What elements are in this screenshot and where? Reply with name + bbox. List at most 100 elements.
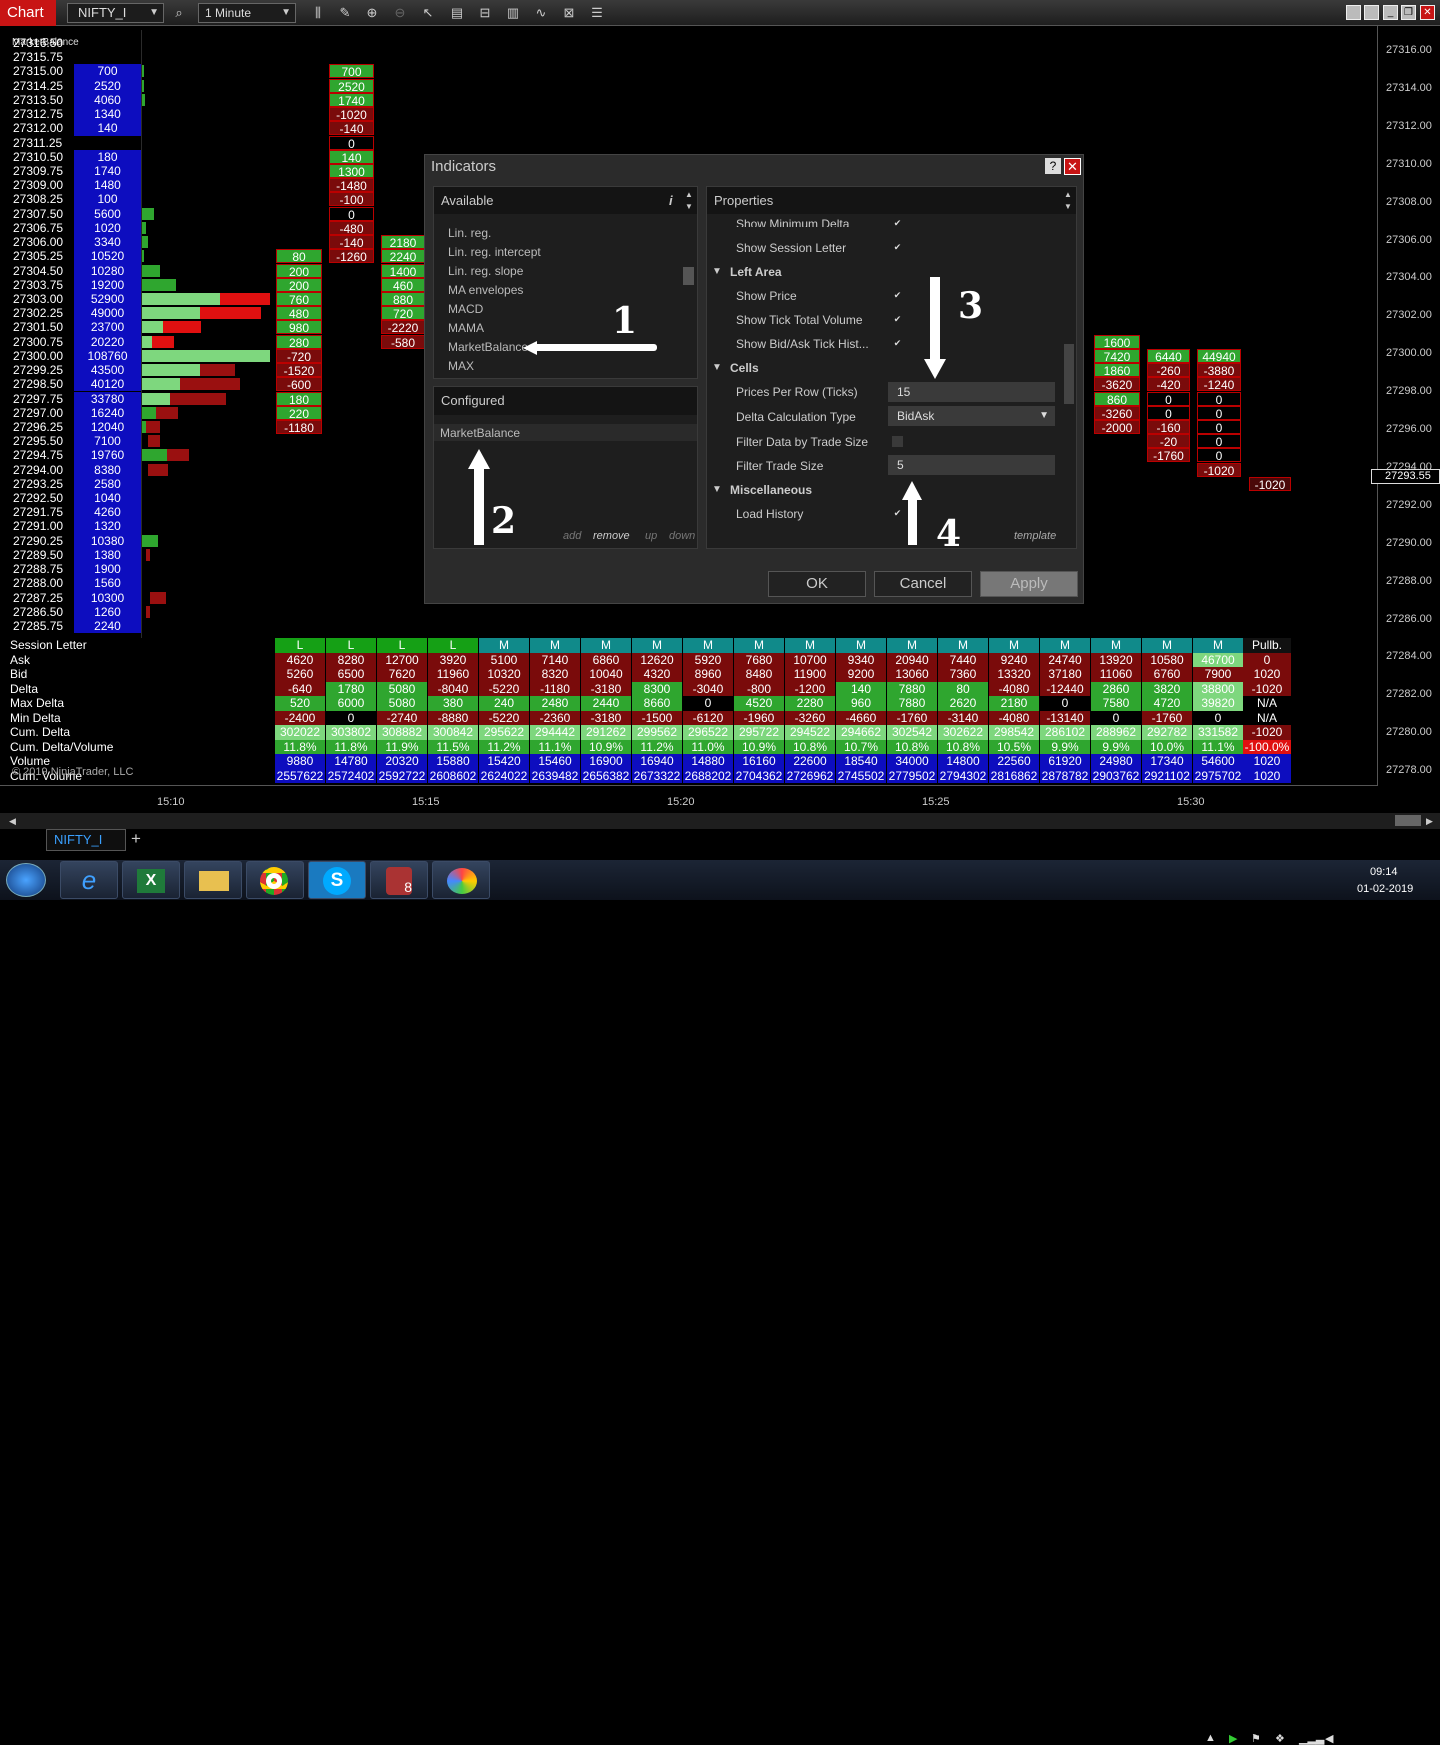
checkbox-show-price[interactable]: ✔ — [892, 290, 903, 301]
strategies-icon[interactable]: ∿ — [533, 5, 549, 21]
clock-time[interactable]: 09:14 — [1370, 866, 1398, 878]
tray-network-icon[interactable]: ▁▂▃ — [1299, 1732, 1324, 1745]
available-item[interactable]: Lin. reg. intercept — [448, 245, 541, 259]
checkbox-show-min-delta[interactable]: ✔ — [892, 218, 903, 229]
browser-ie-icon[interactable]: e — [60, 861, 118, 899]
template-link[interactable]: template — [1014, 530, 1056, 542]
delta-cell: 7420 — [1094, 348, 1140, 364]
price-label: 27288.00 — [13, 576, 64, 591]
available-item[interactable]: MAMA — [448, 321, 484, 335]
ninjatrader-icon[interactable]: 8 — [370, 861, 428, 899]
search-icon[interactable]: ⌕ — [171, 5, 187, 21]
section-miscellaneous[interactable]: Miscellaneous — [730, 483, 812, 497]
zoom-out-icon[interactable]: ⊖ — [392, 5, 408, 21]
time-axis[interactable]: 15:10 15:15 15:20 15:25 15:30 — [0, 785, 1377, 813]
window-icon-2[interactable] — [1364, 5, 1379, 20]
available-item[interactable]: MACD — [448, 302, 483, 316]
tray-play-icon[interactable]: ▶ — [1229, 1732, 1237, 1745]
tray-flag-icon[interactable]: ⚑ — [1251, 1732, 1261, 1745]
prices-per-row-field[interactable]: 15 — [888, 382, 1055, 402]
tray-expand-icon[interactable]: ▲ — [1205, 1732, 1216, 1744]
instrument-selector[interactable]: NIFTY_I ▼ — [67, 3, 164, 23]
tray-volume-icon[interactable]: ◀ — [1325, 1732, 1333, 1745]
list-icon[interactable]: ☰ — [589, 5, 605, 21]
filter-trade-size-field[interactable]: 5 — [888, 455, 1055, 475]
help-icon[interactable]: ? — [1045, 158, 1061, 174]
minimize-icon[interactable]: _ — [1383, 5, 1398, 20]
price-label: 27298.50 — [13, 377, 64, 392]
delta-cell: 220 — [276, 405, 322, 421]
stats-cell: 15460 — [530, 754, 580, 769]
folder-icon[interactable] — [184, 861, 242, 899]
checkbox-load-history[interactable]: ✔ — [892, 508, 903, 519]
section-cells[interactable]: Cells — [730, 361, 759, 375]
volume-cell: 43500 — [74, 363, 141, 378]
configured-item[interactable]: MarketBalance — [440, 426, 520, 440]
stats-cell: 380 — [428, 696, 478, 711]
close-icon[interactable]: ✕ — [1420, 5, 1435, 20]
tab-nifty[interactable]: NIFTY_I — [46, 829, 126, 851]
available-item[interactable]: MA envelopes — [448, 283, 523, 297]
checkbox-show-session-letter[interactable]: ✔ — [892, 242, 903, 253]
available-item[interactable]: Lin. reg. — [448, 226, 491, 240]
chevron-down-icon[interactable]: ▼ — [712, 362, 722, 373]
chevron-down-icon[interactable]: ▼ — [712, 484, 722, 495]
down-button[interactable]: down — [669, 530, 695, 542]
stats-cell: 520 — [275, 696, 325, 711]
paint-icon[interactable] — [432, 861, 490, 899]
indicators-icon[interactable]: ▥ — [505, 5, 521, 21]
price-tick: 27278.00 — [1386, 764, 1432, 777]
skype-icon[interactable]: S — [308, 861, 366, 899]
bar-style-icon[interactable]: ⫼ — [310, 5, 326, 21]
excel-icon[interactable]: X — [122, 861, 180, 899]
templates-icon[interactable]: ⊠ — [561, 5, 577, 21]
price-tick: 27314.00 — [1386, 81, 1432, 94]
stats-cell: 308882 — [377, 725, 427, 740]
available-item[interactable]: MAX — [448, 359, 474, 373]
checkbox-show-bidask-hist[interactable]: ✔ — [892, 338, 903, 349]
checkbox-filter-data[interactable] — [892, 436, 903, 447]
add-button[interactable]: add — [563, 530, 581, 542]
interval-selector[interactable]: 1 Minute ▼ — [198, 3, 296, 23]
cancel-button[interactable]: Cancel — [874, 571, 972, 597]
pointer-icon[interactable]: ↖ — [420, 5, 436, 21]
scroll-left-icon[interactable]: ◀ — [9, 816, 16, 827]
clock-date[interactable]: 01-02-2019 — [1357, 883, 1413, 895]
price-label: 27286.50 — [13, 604, 64, 619]
available-item[interactable]: MarketBalance — [448, 340, 528, 354]
maximize-icon[interactable]: ❐ — [1401, 5, 1416, 20]
sort-icon[interactable]: ▲ ▼ — [1064, 189, 1072, 213]
stats-row-label: Ask — [10, 652, 31, 667]
available-item[interactable]: Lin. reg. slope — [448, 264, 523, 278]
ok-button[interactable]: OK — [768, 571, 866, 597]
price-tick: 27296.00 — [1386, 423, 1432, 435]
price-axis[interactable]: 27316.00 27314.00 27312.00 27310.00 27308.00… — [1377, 26, 1440, 786]
up-button[interactable]: up — [645, 530, 657, 542]
chevron-down-icon[interactable]: ▼ — [712, 266, 722, 277]
start-button[interactable] — [6, 863, 46, 897]
horizontal-scrollbar[interactable]: ◀ ▶ — [0, 813, 1440, 829]
chart-title-tab[interactable]: Chart — [0, 0, 56, 26]
section-left-area[interactable]: Left Area — [730, 265, 782, 279]
props-scroll-thumb[interactable] — [1064, 344, 1074, 404]
stats-cell: 4520 — [734, 696, 784, 711]
checkbox-show-tick-total-volume[interactable]: ✔ — [892, 314, 903, 325]
list-scroll-thumb[interactable] — [683, 267, 694, 285]
properties-icon[interactable]: ⊟ — [477, 5, 493, 21]
window-icon[interactable] — [1346, 5, 1361, 20]
volume-cell: 7100 — [74, 434, 141, 449]
zoom-in-icon[interactable]: ⊕ — [364, 5, 380, 21]
tray-dropbox-icon[interactable]: ❖ — [1275, 1732, 1285, 1745]
drawing-tool-icon[interactable]: ✎ — [337, 5, 353, 21]
apply-button[interactable]: Apply — [980, 571, 1078, 597]
remove-button[interactable]: remove — [593, 530, 630, 542]
info-icon[interactable]: i — [669, 187, 673, 214]
close-icon[interactable]: ✕ — [1064, 158, 1081, 175]
scroll-right-icon[interactable]: ▶ — [1426, 816, 1433, 827]
scroll-thumb[interactable] — [1395, 815, 1421, 826]
add-tab-button[interactable]: + — [131, 829, 141, 849]
data-box-icon[interactable]: ▤ — [449, 5, 465, 21]
delta-calc-select[interactable]: BidAsk ▼ — [888, 406, 1055, 426]
chrome-icon[interactable] — [246, 861, 304, 899]
sort-icon[interactable]: ▲ ▼ — [685, 189, 693, 213]
